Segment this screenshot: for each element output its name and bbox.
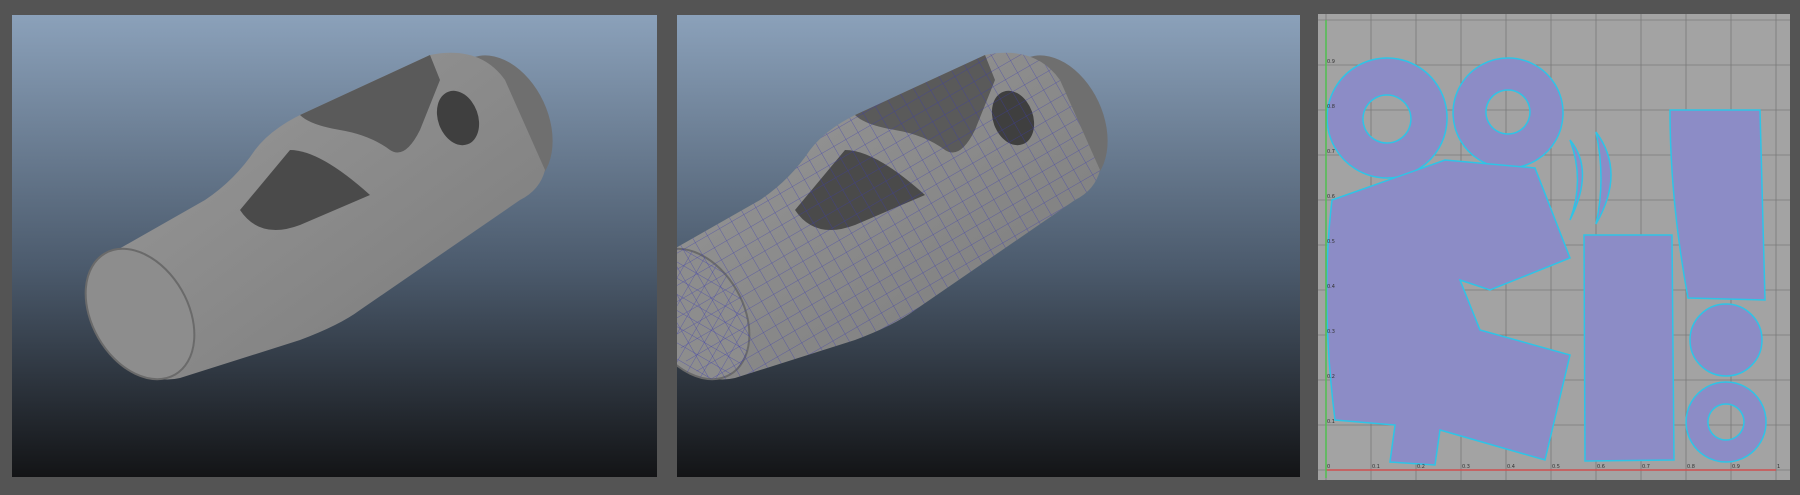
u-tick-label: 0.4 [1507, 464, 1515, 470]
u-tick-label: 0 [1327, 464, 1330, 470]
uv-shell-rect [1583, 234, 1675, 462]
wireframe-model [677, 15, 1300, 477]
u-tick-label: 0.5 [1552, 464, 1560, 470]
u-tick-label: 0.7 [1642, 464, 1650, 470]
shaded-viewport[interactable] [12, 15, 657, 477]
v-tick-label: 0.1 [1327, 419, 1335, 425]
u-tick-label: 0.3 [1462, 464, 1470, 470]
v-tick-label: 0.5 [1327, 239, 1335, 245]
v-tick-label: 0.7 [1327, 149, 1335, 155]
v-tick-label: 0.9 [1327, 59, 1335, 65]
uv-shell-strip [1669, 109, 1766, 301]
u-tick-label: 0.6 [1597, 464, 1605, 470]
uv-editor[interactable]: 0 0.1 0.2 0.3 0.4 0.5 0.6 0.7 0.8 0.9 1 0.1 0.2 0.3 0.… [1318, 14, 1790, 480]
v-tick-label: 0.6 [1327, 194, 1335, 200]
shaded-model [12, 15, 657, 477]
v-tick-label: 0.2 [1327, 374, 1335, 380]
v-tick-label: 0.3 [1327, 329, 1335, 335]
u-tick-label: 1 [1777, 464, 1780, 470]
u-tick-label: 0.2 [1417, 464, 1425, 470]
u-tick-label: 0.8 [1687, 464, 1695, 470]
uv-shell-disc [1689, 303, 1763, 377]
v-tick-label: 0.4 [1327, 284, 1335, 290]
uv-grid: 0 0.1 0.2 0.3 0.4 0.5 0.6 0.7 0.8 0.9 1 0.1 0.2 0.3 0.… [1318, 14, 1790, 480]
u-tick-label: 0.1 [1372, 464, 1380, 470]
wireframe-on-shaded-viewport[interactable] [677, 15, 1300, 477]
u-tick-label: 0.9 [1732, 464, 1740, 470]
v-tick-label: 0.8 [1327, 104, 1335, 110]
